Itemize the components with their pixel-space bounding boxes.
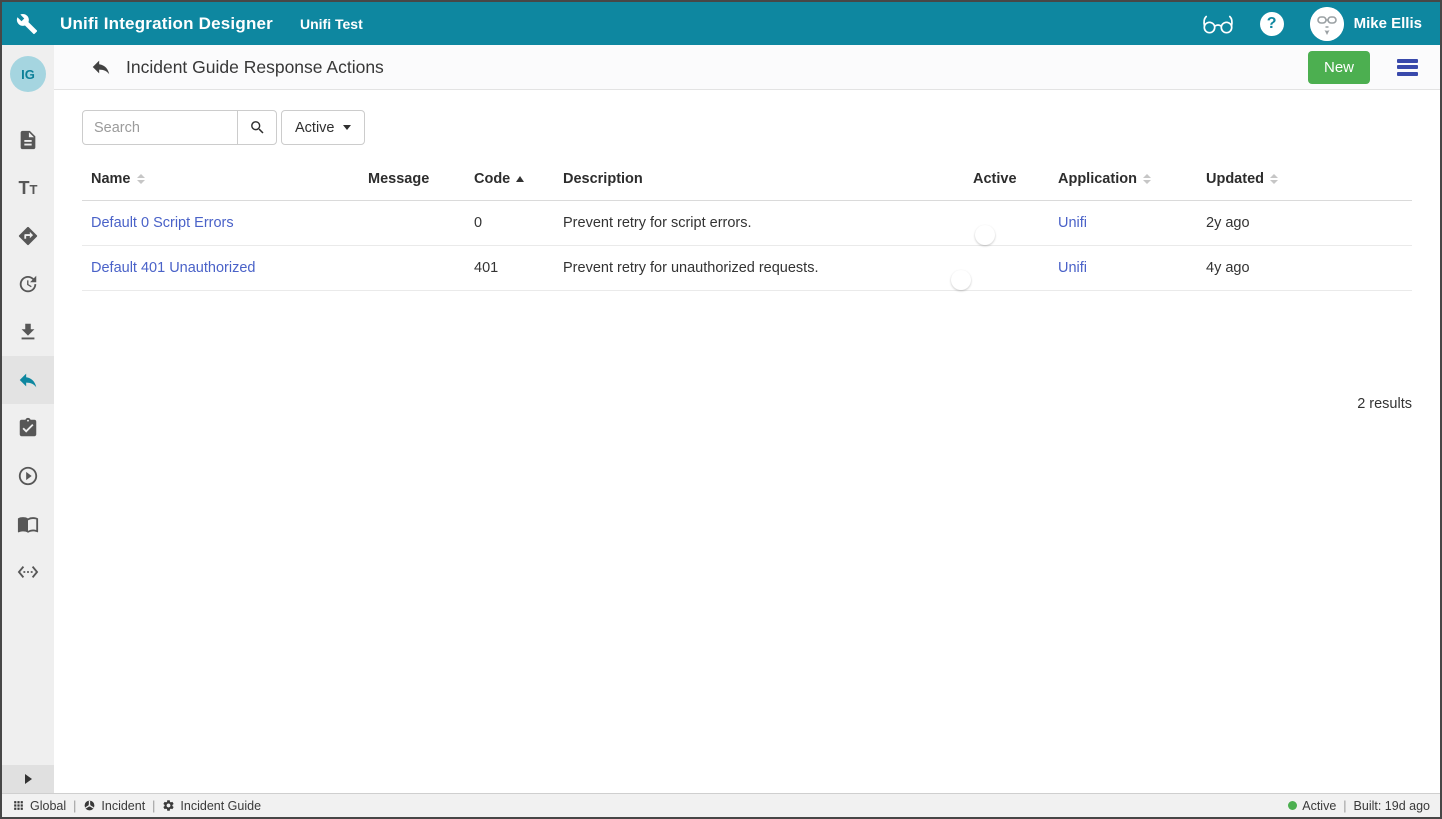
row-updated: 2y ago xyxy=(1197,201,1412,246)
footer-integration-label: Incident Guide xyxy=(180,799,261,813)
row-message xyxy=(359,246,465,291)
column-header-application[interactable]: Application xyxy=(1049,161,1197,201)
code-brackets-icon xyxy=(17,561,39,583)
play-circle-icon xyxy=(17,465,39,487)
column-header-code[interactable]: Code xyxy=(465,161,554,201)
row-updated: 4y ago xyxy=(1197,246,1412,291)
footer-integration[interactable]: Incident Guide xyxy=(162,799,261,813)
app-header: Unifi Integration Designer Unifi Test ? xyxy=(2,2,1440,45)
sidebar: IG TT xyxy=(2,45,54,793)
sort-ascending-icon xyxy=(516,176,524,182)
sidebar-expand-button[interactable] xyxy=(2,765,54,793)
reply-icon xyxy=(17,369,39,391)
response-actions-table: Name Message Code Description xyxy=(82,161,1412,291)
download-icon xyxy=(17,321,39,343)
app-title: Unifi Integration Designer xyxy=(60,14,273,34)
user-name[interactable]: Mike Ellis xyxy=(1354,15,1422,32)
row-code: 0 xyxy=(465,201,554,246)
column-header-description: Description xyxy=(554,161,964,201)
user-avatar[interactable] xyxy=(1310,7,1344,41)
sidebar-item-run[interactable] xyxy=(2,452,54,500)
wrench-icon xyxy=(16,13,38,35)
page-titlebar: Incident Guide Response Actions New xyxy=(54,45,1440,90)
sort-icon xyxy=(1143,174,1151,184)
sidebar-item-directions[interactable] xyxy=(2,212,54,260)
status-bar: Global | Incident | Incident Guide Activ… xyxy=(2,793,1440,817)
chevron-down-icon xyxy=(343,125,351,130)
sidebar-item-text-format[interactable]: TT xyxy=(2,164,54,212)
apps-grid-icon xyxy=(12,799,25,812)
back-button[interactable] xyxy=(90,56,112,78)
row-application-link[interactable]: Unifi xyxy=(1058,215,1087,231)
row-name-link[interactable]: Default 0 Script Errors xyxy=(91,215,234,231)
search-input[interactable] xyxy=(82,110,238,145)
sidebar-item-api[interactable] xyxy=(2,548,54,596)
sort-icon xyxy=(137,174,145,184)
column-header-name[interactable]: Name xyxy=(82,161,359,201)
text-format-icon: TT xyxy=(19,179,38,197)
hamburger-menu-icon[interactable] xyxy=(1397,59,1418,76)
separator: | xyxy=(1343,799,1346,813)
sidebar-item-documents[interactable] xyxy=(2,116,54,164)
gear-icon xyxy=(162,799,175,812)
glasses-icon[interactable] xyxy=(1200,12,1236,36)
sort-icon xyxy=(1270,174,1278,184)
results-count: 2 results xyxy=(82,396,1412,412)
separator: | xyxy=(152,799,155,813)
footer-status-label: Active xyxy=(1302,799,1336,813)
filter-value: Active xyxy=(295,120,335,136)
column-header-active: Active xyxy=(964,161,1049,201)
book-icon xyxy=(17,513,39,535)
assignment-check-icon xyxy=(17,417,39,439)
footer-application-label: Incident xyxy=(101,799,145,813)
sidebar-item-tasks[interactable] xyxy=(2,404,54,452)
new-button[interactable]: New xyxy=(1308,51,1370,84)
environment-label[interactable]: Unifi Test xyxy=(300,16,363,32)
active-filter-dropdown[interactable]: Active xyxy=(281,110,365,145)
expand-arrow-icon xyxy=(25,774,32,784)
workspace-avatar[interactable]: IG xyxy=(10,56,46,92)
search-button[interactable] xyxy=(237,110,277,145)
separator: | xyxy=(73,799,76,813)
row-message xyxy=(359,201,465,246)
footer-build-label: Built: 19d ago xyxy=(1354,799,1430,813)
sidebar-item-download[interactable] xyxy=(2,308,54,356)
directions-icon xyxy=(17,225,39,247)
footer-scope[interactable]: Global xyxy=(12,799,66,813)
column-header-message: Message xyxy=(359,161,465,201)
sidebar-item-update[interactable] xyxy=(2,260,54,308)
row-description: Prevent retry for script errors. xyxy=(554,201,964,246)
row-application-link[interactable]: Unifi xyxy=(1058,260,1087,276)
page-title: Incident Guide Response Actions xyxy=(126,57,384,78)
table-row: Default 401 Unauthorized 401 Prevent ret… xyxy=(82,246,1412,291)
status-dot-icon xyxy=(1288,801,1297,810)
row-name-link[interactable]: Default 401 Unauthorized xyxy=(91,260,255,276)
sidebar-item-documentation[interactable] xyxy=(2,500,54,548)
table-row: Default 0 Script Errors 0 Prevent retry … xyxy=(82,201,1412,246)
row-description: Prevent retry for unauthorized requests. xyxy=(554,246,964,291)
incident-circle-icon xyxy=(83,799,96,812)
footer-scope-label: Global xyxy=(30,799,66,813)
help-icon[interactable]: ? xyxy=(1260,12,1284,36)
update-icon xyxy=(17,273,39,295)
row-code: 401 xyxy=(465,246,554,291)
document-icon xyxy=(17,129,39,151)
toolbar: Active xyxy=(82,110,1412,145)
main-content: Active Name Message xyxy=(54,90,1440,793)
footer-application[interactable]: Incident xyxy=(83,799,145,813)
sidebar-item-response-actions[interactable] xyxy=(2,356,54,404)
column-header-updated[interactable]: Updated xyxy=(1197,161,1412,201)
search-icon xyxy=(249,119,266,136)
